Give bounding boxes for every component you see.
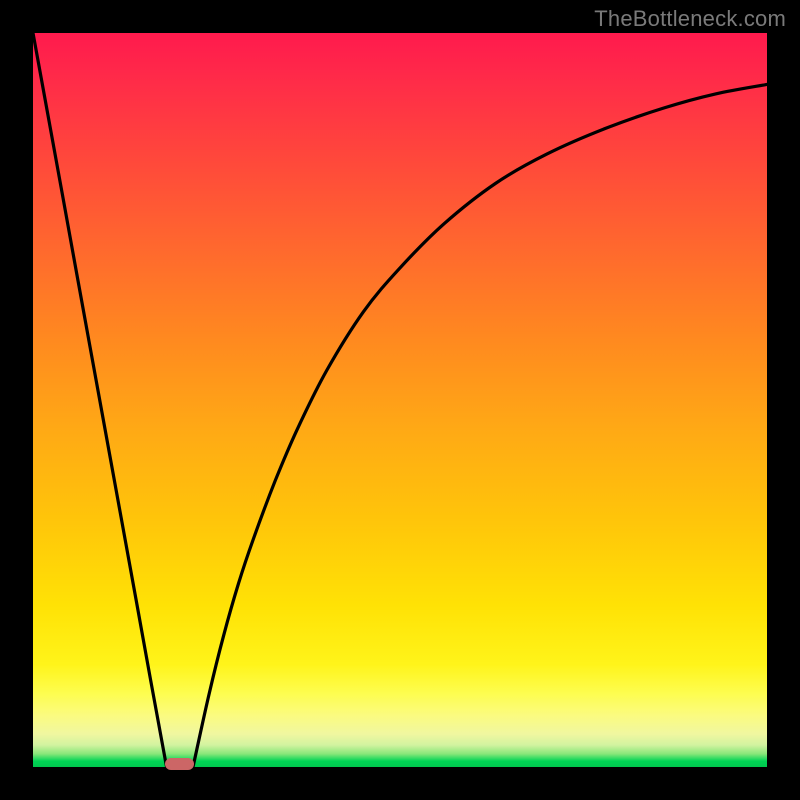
curve-overlay bbox=[33, 33, 767, 767]
bottleneck-curve bbox=[33, 33, 767, 767]
optimum-marker bbox=[165, 758, 194, 770]
outer-frame: TheBottleneck.com bbox=[0, 0, 800, 800]
watermark-text: TheBottleneck.com bbox=[594, 6, 786, 32]
